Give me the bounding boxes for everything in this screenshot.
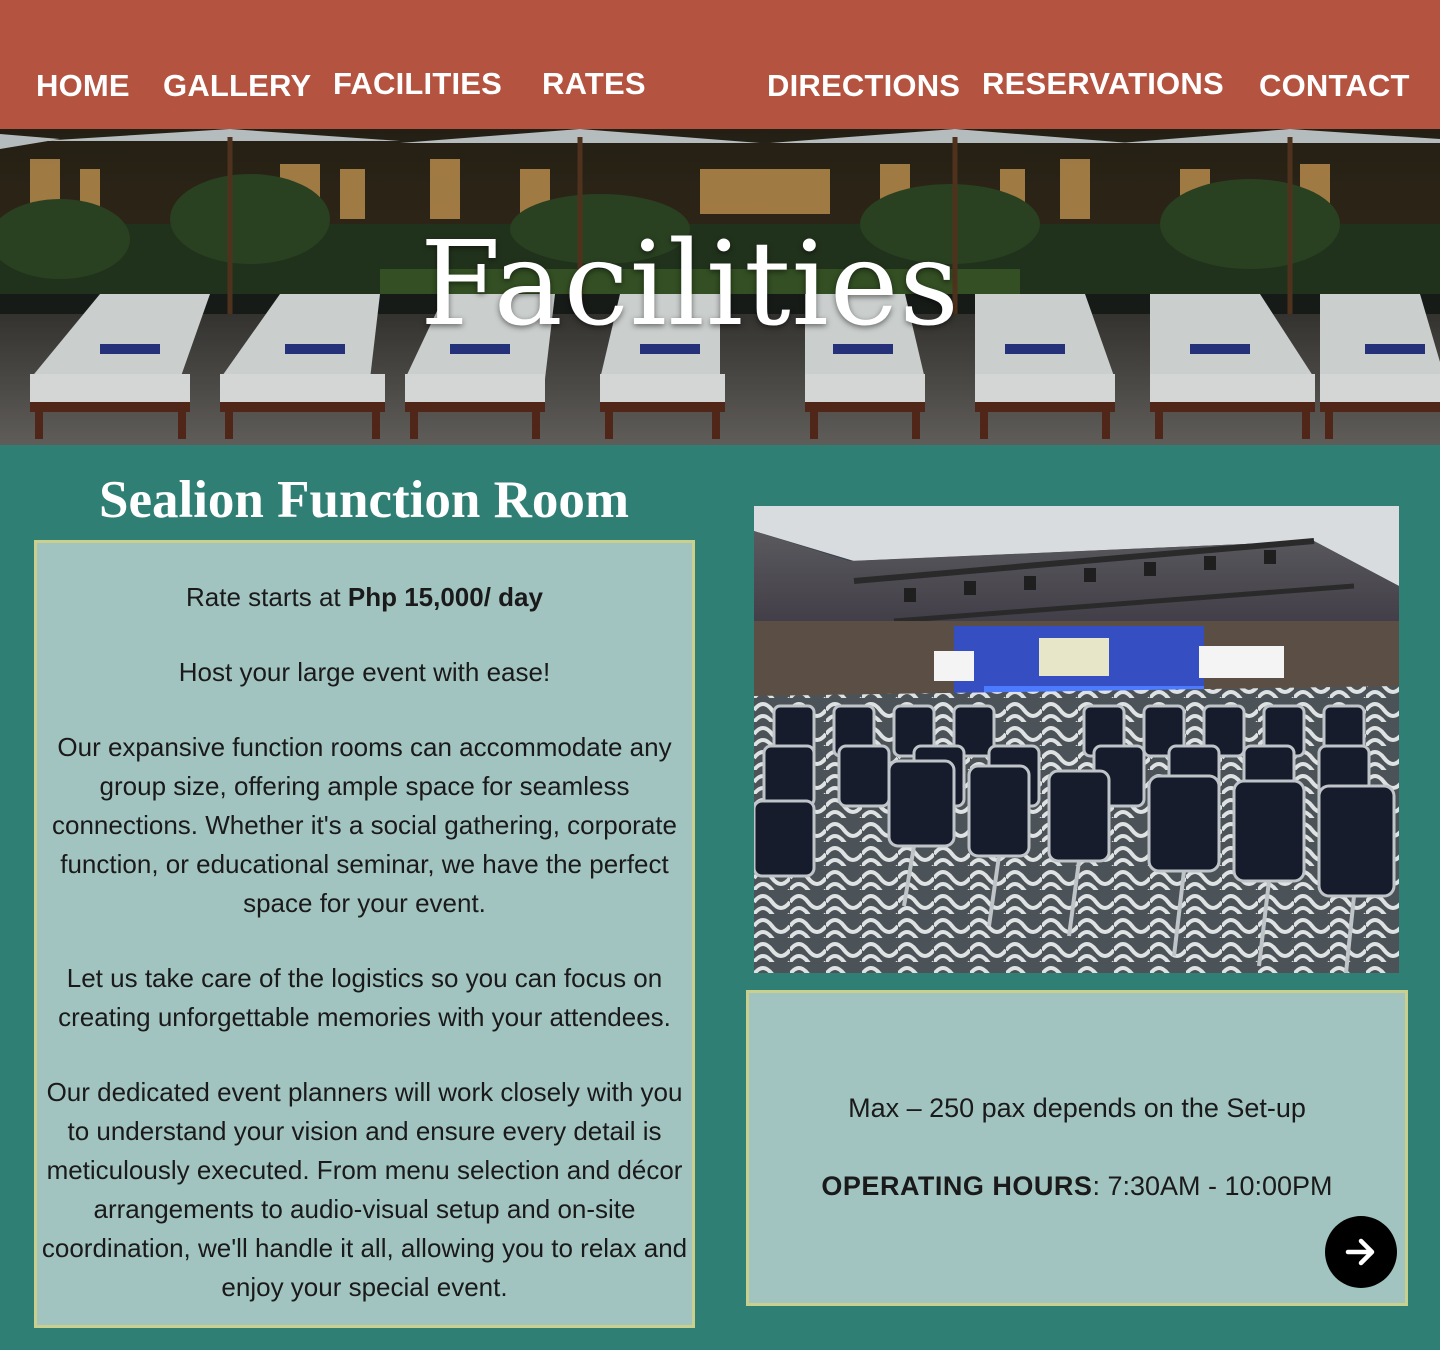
operating-hours: OPERATING HOURS: 7:30AM - 10:00PM (749, 1171, 1405, 1202)
hero-title: Facilities (420, 217, 960, 352)
room-info-box: Max – 250 pax depends on the Set-up OPER… (746, 990, 1408, 1306)
nav-rates[interactable]: RATES (542, 66, 646, 102)
rate-line: Rate starts at Php 15,000/ day (37, 578, 692, 617)
room-paragraph-capacity: Our expansive function rooms can accommo… (52, 732, 677, 918)
top-nav: HOME GALLERY FACILITIES RATES DIRECTIONS… (0, 0, 1440, 129)
nav-directions[interactable]: DIRECTIONS (767, 68, 960, 104)
operating-hours-label: OPERATING HOURS (821, 1171, 1093, 1201)
room-description-box: Rate starts at Php 15,000/ day Host your… (34, 540, 695, 1328)
next-button[interactable] (1325, 1216, 1397, 1288)
nav-contact[interactable]: CONTACT (1259, 68, 1410, 104)
room-tagline: Host your large event with ease! (178, 657, 551, 687)
room-title: Sealion Function Room (98, 471, 630, 529)
room-paragraph-planners: Our dedicated event planners will work c… (41, 1077, 688, 1302)
nav-gallery[interactable]: GALLERY (163, 68, 311, 104)
operating-hours-value: : 7:30AM - 10:00PM (1092, 1171, 1333, 1201)
rate-prefix: Rate starts at (186, 582, 348, 612)
arrow-right-icon (1345, 1238, 1375, 1266)
capacity-text: Max – 250 pax depends on the Set-up (848, 1093, 1306, 1123)
nav-home[interactable]: HOME (36, 68, 130, 104)
room-paragraph-logistics: Let us take care of the logistics so you… (58, 963, 671, 1032)
nav-reservations[interactable]: RESERVATIONS (982, 66, 1224, 102)
rate-value: Php 15,000/ day (347, 582, 543, 612)
hero-banner: Facilities (0, 129, 1440, 445)
function-room-photo (754, 506, 1399, 973)
nav-facilities[interactable]: FACILITIES (333, 66, 502, 102)
